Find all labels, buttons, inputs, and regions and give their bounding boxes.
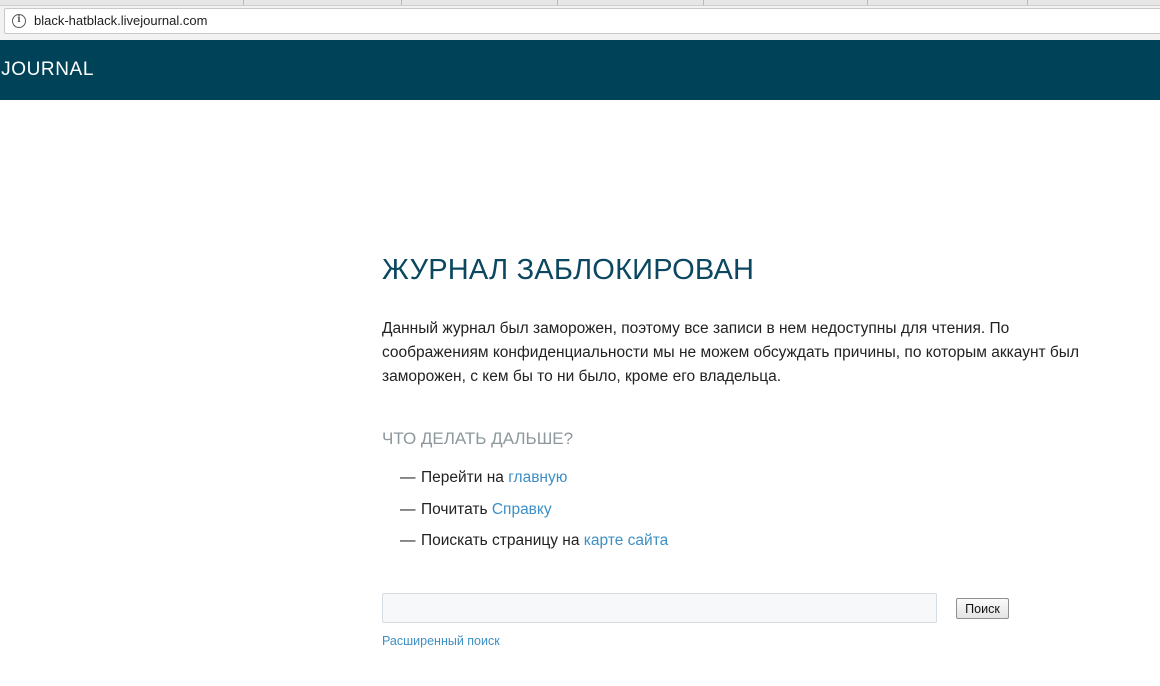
info-icon[interactable]: i xyxy=(12,14,26,28)
page-title: ЖУРНАЛ ЗАБЛОКИРОВАН xyxy=(382,254,755,286)
dash-bullet: — xyxy=(400,532,416,549)
tab-separator xyxy=(867,0,868,5)
address-bar[interactable]: i black-hatblack.livejournal.com xyxy=(4,8,1160,34)
homepage-link[interactable]: главную xyxy=(508,469,567,486)
url-text[interactable]: black-hatblack.livejournal.com xyxy=(34,13,207,29)
next-steps-heading: ЧТО ДЕЛАТЬ ДАЛЬШЕ? xyxy=(382,429,574,448)
dash-bullet: — xyxy=(400,500,416,518)
help-link[interactable]: Справку xyxy=(492,501,552,518)
site-header: LIVEJOURNAL xyxy=(0,40,1160,100)
list-item-text: Почитать xyxy=(421,500,488,518)
list-item-text: Поискать страницу на xyxy=(421,532,580,549)
dash-bullet: — xyxy=(400,469,416,486)
list-item-text: Перейти на xyxy=(421,469,504,486)
sitemap-link[interactable]: карте сайта xyxy=(584,532,668,549)
list-item: — Почитать Справку xyxy=(400,498,668,530)
list-item: — Поискать страницу на карте сайта xyxy=(400,529,668,561)
blocked-description: Данный журнал был заморожен, поэтому все… xyxy=(382,320,1079,385)
logo-text: LIVEJOURNAL xyxy=(0,59,94,80)
search-input[interactable] xyxy=(382,593,937,623)
search-button[interactable]: Поиск xyxy=(956,598,1009,619)
tab-separator xyxy=(703,0,704,5)
next-steps-list: — Перейти на главную — Почитать Справку — П… xyxy=(400,466,668,561)
tab-separator xyxy=(401,0,402,5)
list-item: — Перейти на главную xyxy=(400,466,668,498)
livejournal-logo[interactable]: LIVEJOURNAL xyxy=(0,40,94,100)
browser-tab-strip xyxy=(0,0,1160,6)
advanced-search-link[interactable]: Расширенный поиск xyxy=(382,633,500,649)
tab-separator xyxy=(243,0,244,5)
tab-separator xyxy=(1027,0,1028,5)
tab-separator xyxy=(557,0,558,5)
browser-toolbar: i black-hatblack.livejournal.com xyxy=(0,0,1160,41)
